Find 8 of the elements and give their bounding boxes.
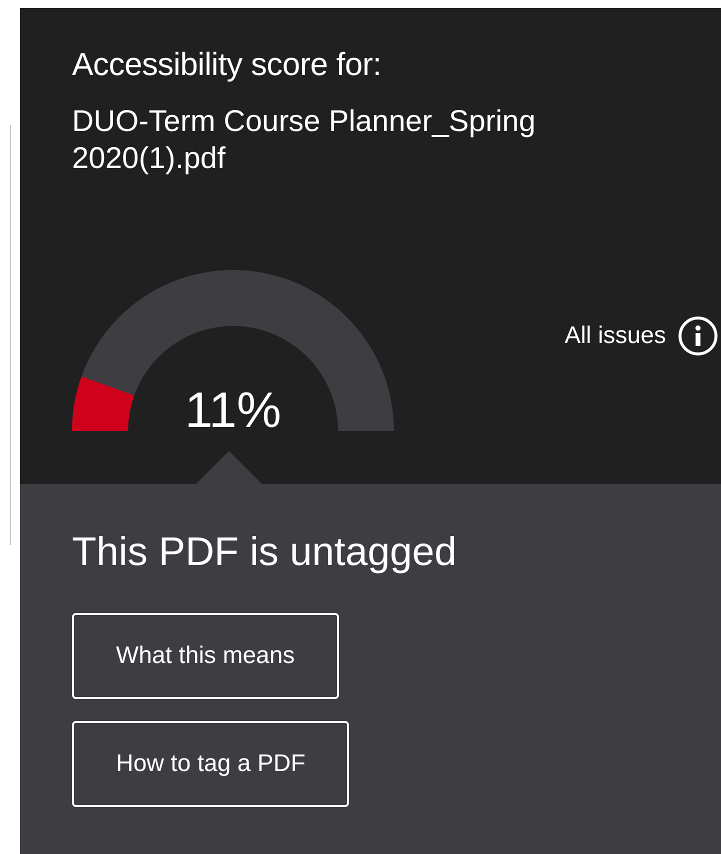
action-button[interactable]: What this means: [72, 613, 339, 699]
all-issues-link[interactable]: All issues: [564, 322, 666, 350]
result-heading: This PDF is untagged: [72, 530, 458, 575]
score-label: Accessibility score for:: [72, 46, 382, 83]
score-percentage: 11%: [184, 385, 282, 435]
info-icon[interactable]: [678, 316, 718, 356]
action-button[interactable]: How to tag a PDF: [72, 721, 350, 807]
file-name: DUO-Term Course Planner_Spring 2020(1).pdf: [72, 104, 537, 177]
